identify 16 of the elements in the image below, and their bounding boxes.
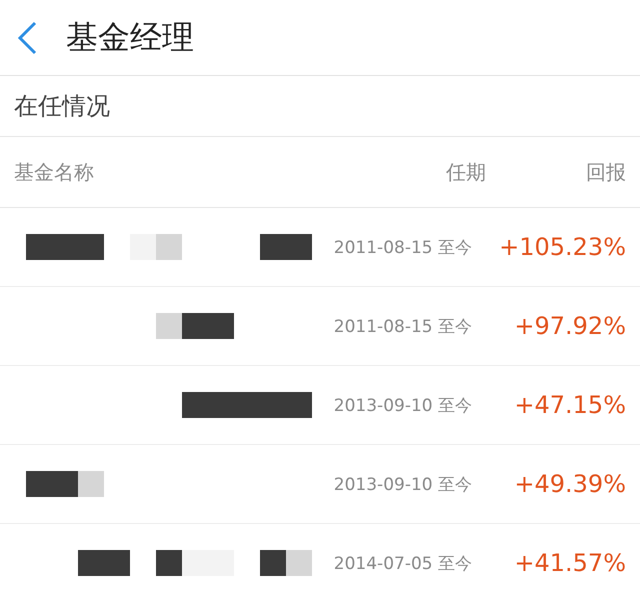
column-header: 回报	[586, 160, 626, 184]
return-value: +97.92%	[514, 312, 626, 340]
back-icon[interactable]	[16, 20, 38, 56]
tenure-text: 2014-07-05 至今	[334, 554, 472, 574]
tenure-text: 2011-08-15 至今	[334, 316, 472, 336]
column-header: 基金名称	[14, 160, 94, 184]
tenure-text: 2011-08-15 至今	[334, 238, 472, 258]
return-value: +41.57%	[514, 549, 626, 577]
return-value: +49.39%	[514, 470, 626, 498]
tenure-text: 2013-09-10 至今	[334, 474, 472, 494]
column-header: 任期	[446, 160, 486, 184]
tenure-text: 2013-09-10 至今	[334, 396, 472, 416]
return-value: +105.23%	[499, 233, 626, 261]
section-title: 在任情况	[14, 91, 110, 122]
page-title: 基金经理	[66, 16, 194, 58]
return-value: +47.15%	[514, 391, 626, 419]
